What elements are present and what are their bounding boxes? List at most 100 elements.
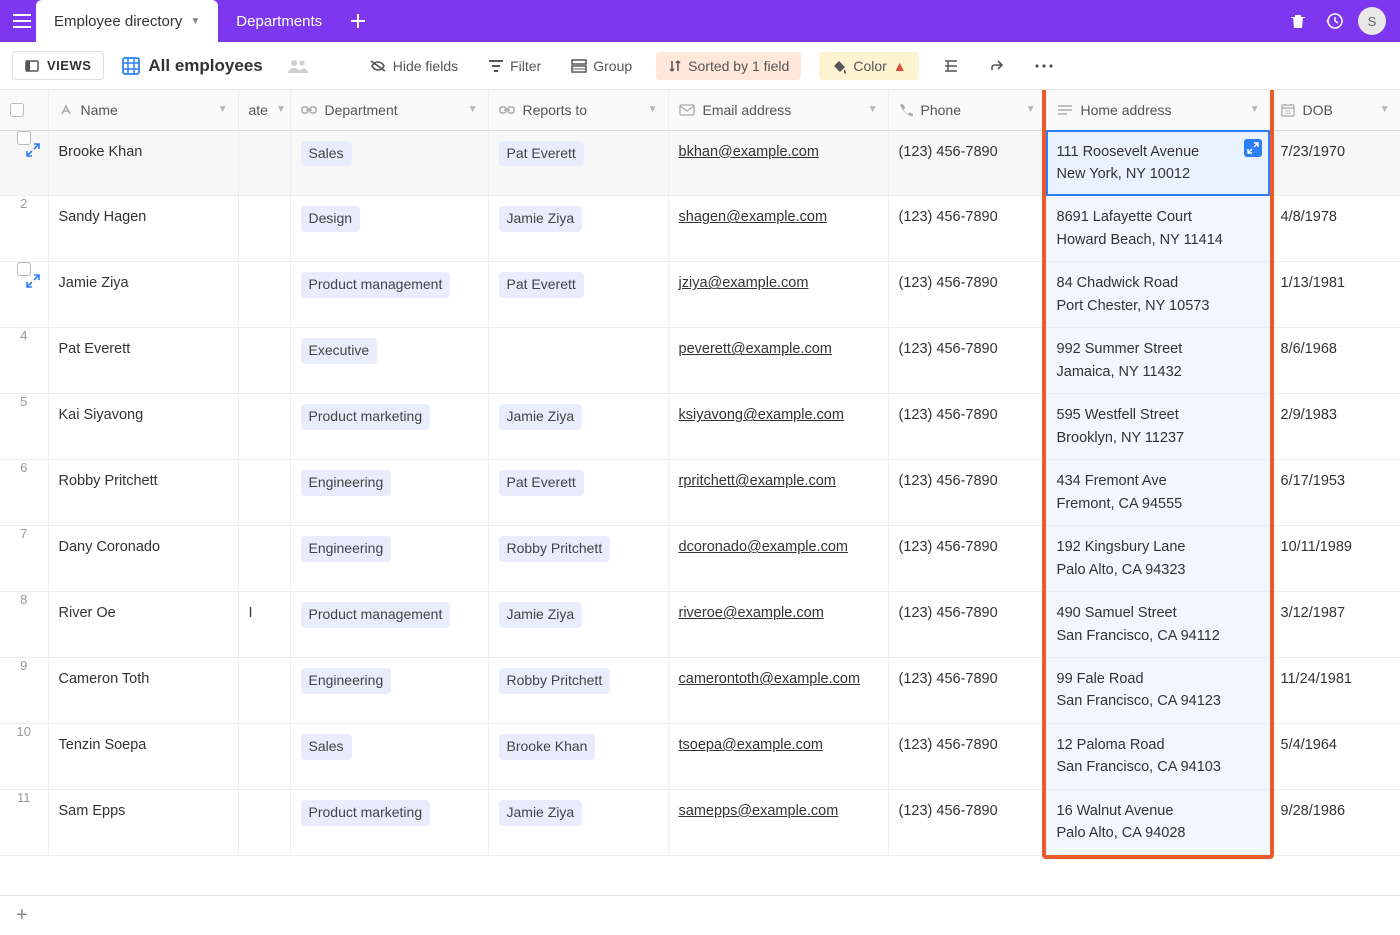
- date-cell[interactable]: [238, 658, 290, 724]
- dob-cell[interactable]: 4/8/1978: [1270, 196, 1400, 262]
- reports-to-cell[interactable]: Robby Pritchett: [488, 526, 668, 592]
- expand-record-icon[interactable]: [26, 143, 40, 157]
- current-view[interactable]: All employees: [122, 56, 262, 76]
- email-cell[interactable]: ksiyavong@example.com: [668, 394, 888, 460]
- name-cell[interactable]: River Oe: [48, 592, 238, 658]
- dob-cell[interactable]: 1/13/1981: [1270, 262, 1400, 328]
- reports-to-tag[interactable]: Pat Everett: [499, 272, 584, 298]
- phone-cell[interactable]: (123) 456-7890: [888, 526, 1046, 592]
- department-tag[interactable]: Product marketing: [301, 404, 431, 430]
- email-cell[interactable]: rpritchett@example.com: [668, 460, 888, 526]
- department-cell[interactable]: Product management: [290, 262, 488, 328]
- dob-cell[interactable]: 7/23/1970: [1270, 130, 1400, 196]
- dob-cell[interactable]: 9/28/1986: [1270, 789, 1400, 855]
- email-cell[interactable]: peverett@example.com: [668, 328, 888, 394]
- phone-cell[interactable]: (123) 456-7890: [888, 658, 1046, 724]
- department-tag[interactable]: Product management: [301, 272, 451, 298]
- reports-to-tag[interactable]: Jamie Ziya: [499, 800, 583, 826]
- department-tag[interactable]: Executive: [301, 338, 378, 364]
- chevron-down-icon[interactable]: ▼: [218, 104, 228, 115]
- email-link[interactable]: riveroe@example.com: [679, 605, 824, 621]
- department-cell[interactable]: Executive: [290, 328, 488, 394]
- views-button[interactable]: VIEWS: [12, 51, 104, 80]
- reports-to-cell[interactable]: Pat Everett: [488, 262, 668, 328]
- add-row-button[interactable]: +: [16, 904, 28, 927]
- email-link[interactable]: rpritchett@example.com: [679, 473, 836, 489]
- chevron-down-icon[interactable]: ▼: [1026, 104, 1036, 115]
- date-cell[interactable]: [238, 460, 290, 526]
- phone-cell[interactable]: (123) 456-7890: [888, 592, 1046, 658]
- add-tab-button[interactable]: [344, 7, 372, 35]
- color-button[interactable]: Color ▲: [819, 52, 918, 80]
- email-cell[interactable]: samepps@example.com: [668, 789, 888, 855]
- expand-cell-icon[interactable]: [1244, 139, 1262, 157]
- tab-employee-directory[interactable]: Employee directory ▼: [36, 0, 218, 42]
- column-header-phone[interactable]: Phone▼: [888, 90, 1046, 130]
- column-header-dob[interactable]: 31DOB▼: [1270, 90, 1400, 130]
- column-header-name[interactable]: Name▼: [48, 90, 238, 130]
- phone-cell[interactable]: (123) 456-7890: [888, 460, 1046, 526]
- name-cell[interactable]: Jamie Ziya: [48, 262, 238, 328]
- email-link[interactable]: samepps@example.com: [679, 803, 839, 819]
- address-cell[interactable]: 8691 Lafayette CourtHoward Beach, NY 114…: [1046, 196, 1270, 262]
- email-cell[interactable]: jziya@example.com: [668, 262, 888, 328]
- reports-to-cell[interactable]: Jamie Ziya: [488, 394, 668, 460]
- date-cell[interactable]: [238, 262, 290, 328]
- email-link[interactable]: dcoronado@example.com: [679, 539, 848, 555]
- date-cell[interactable]: [238, 526, 290, 592]
- table-row[interactable]: 9Cameron TothEngineeringRobby Pritchettc…: [0, 658, 1400, 724]
- department-tag[interactable]: Design: [301, 206, 361, 232]
- date-cell[interactable]: [238, 723, 290, 789]
- share-view-button[interactable]: [281, 54, 315, 78]
- address-cell[interactable]: 16 Walnut AvenuePalo Alto, CA 94028: [1046, 789, 1270, 855]
- tab-departments[interactable]: Departments: [218, 0, 340, 42]
- department-cell[interactable]: Design: [290, 196, 488, 262]
- department-cell[interactable]: Sales: [290, 723, 488, 789]
- chevron-down-icon[interactable]: ▼: [1250, 104, 1260, 115]
- row-number-cell[interactable]: 7: [0, 526, 48, 592]
- email-cell[interactable]: bkhan@example.com: [668, 130, 888, 196]
- row-number-cell[interactable]: 9: [0, 658, 48, 724]
- table-row[interactable]: 4Pat EverettExecutivepeverett@example.co…: [0, 328, 1400, 394]
- department-cell[interactable]: Engineering: [290, 526, 488, 592]
- department-tag[interactable]: Product marketing: [301, 800, 431, 826]
- address-cell[interactable]: 490 Samuel StreetSan Francisco, CA 94112: [1046, 592, 1270, 658]
- email-cell[interactable]: shagen@example.com: [668, 196, 888, 262]
- date-cell[interactable]: [238, 789, 290, 855]
- department-tag[interactable]: Engineering: [301, 668, 392, 694]
- phone-cell[interactable]: (123) 456-7890: [888, 328, 1046, 394]
- dob-cell[interactable]: 11/24/1981: [1270, 658, 1400, 724]
- date-cell[interactable]: [238, 328, 290, 394]
- row-height-button[interactable]: [937, 54, 965, 78]
- row-number-cell[interactable]: 10: [0, 723, 48, 789]
- column-header-date-partial[interactable]: ate▼: [238, 90, 290, 130]
- email-link[interactable]: camerontoth@example.com: [679, 671, 861, 687]
- row-number-cell[interactable]: [0, 130, 48, 196]
- column-header-department[interactable]: Department▼: [290, 90, 488, 130]
- phone-cell[interactable]: (123) 456-7890: [888, 262, 1046, 328]
- row-number-cell[interactable]: 8: [0, 592, 48, 658]
- table-row[interactable]: 7Dany CoronadoEngineeringRobby Pritchett…: [0, 526, 1400, 592]
- address-cell[interactable]: 111 Roosevelt AvenueNew York, NY 10012: [1046, 130, 1270, 196]
- name-cell[interactable]: Cameron Toth: [48, 658, 238, 724]
- row-number-cell[interactable]: 11: [0, 789, 48, 855]
- reports-to-cell[interactable]: [488, 328, 668, 394]
- column-header-home-address[interactable]: Home address▼: [1046, 90, 1270, 130]
- department-tag[interactable]: Engineering: [301, 536, 392, 562]
- reports-to-tag[interactable]: Jamie Ziya: [499, 404, 583, 430]
- address-cell[interactable]: 992 Summer StreetJamaica, NY 11432: [1046, 328, 1270, 394]
- dob-cell[interactable]: 6/17/1953: [1270, 460, 1400, 526]
- row-number-cell[interactable]: [0, 262, 48, 328]
- address-cell[interactable]: 595 Westfell StreetBrooklyn, NY 11237: [1046, 394, 1270, 460]
- avatar[interactable]: S: [1358, 7, 1386, 35]
- hide-fields-button[interactable]: Hide fields: [363, 54, 464, 78]
- chevron-down-icon[interactable]: ▼: [868, 104, 878, 115]
- phone-cell[interactable]: (123) 456-7890: [888, 723, 1046, 789]
- department-tag[interactable]: Sales: [301, 141, 352, 167]
- email-link[interactable]: peverett@example.com: [679, 341, 832, 357]
- table-row[interactable]: 6Robby PritchettEngineeringPat Everettrp…: [0, 460, 1400, 526]
- history-icon[interactable]: [1322, 9, 1346, 33]
- chevron-down-icon[interactable]: ▼: [276, 104, 286, 115]
- reports-to-tag[interactable]: Jamie Ziya: [499, 602, 583, 628]
- reports-to-tag[interactable]: Brooke Khan: [499, 734, 596, 760]
